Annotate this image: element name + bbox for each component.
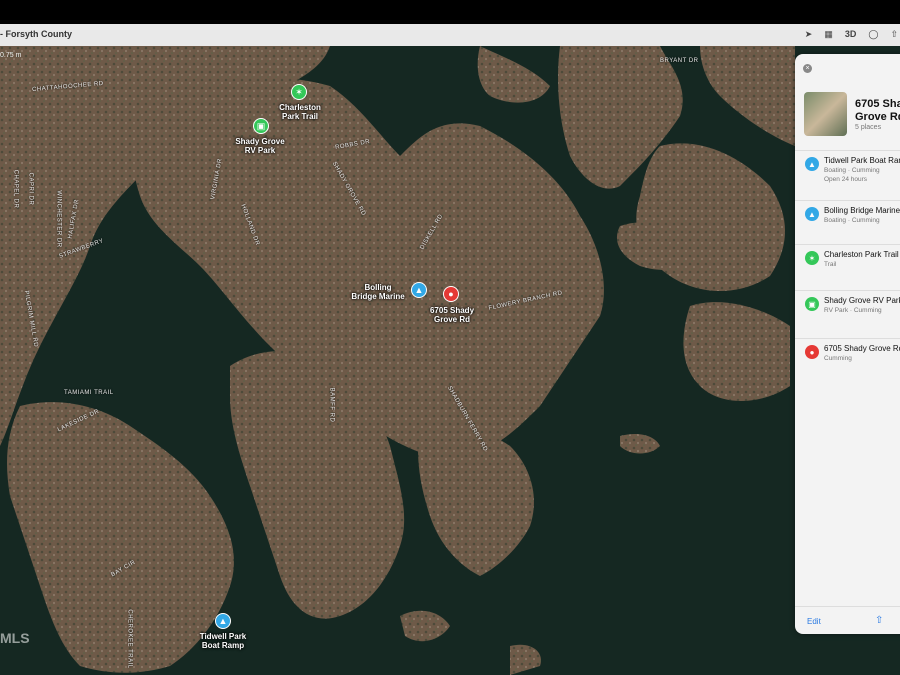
place-name: Bolling Bridge Marine (824, 206, 900, 215)
mls-watermark: MLS (0, 630, 30, 646)
road-label: BAMFF RD (328, 387, 335, 423)
boating-pin[interactable]: ▲ (215, 613, 231, 629)
map-terrain (0, 46, 900, 675)
pin-label-shady-grove-rv-park[interactable]: Shady Grove RV Park (228, 137, 292, 155)
binoculars-icon[interactable]: ◯ (868, 28, 878, 40)
map-scale-label: 0.75 m (0, 52, 22, 59)
screen-top-bezel (0, 0, 900, 24)
pin-label-bolling-bridge-marine[interactable]: Bolling Bridge Marine (346, 283, 410, 301)
place-hours: Open 24 hours (824, 176, 868, 183)
road-label: WINCHESTER DR (55, 190, 62, 248)
toggle-3d-button[interactable]: 3D (845, 28, 857, 40)
list-item[interactable]: ▣ Shady Grove RV Park RV Park · Cumming (795, 290, 900, 331)
close-icon[interactable]: × (803, 64, 812, 73)
pin-label-6705-shady-grove-rd[interactable]: 6705 Shady Grove Rd (420, 306, 484, 324)
guide-place-count: 5 places (855, 124, 882, 131)
list-item[interactable]: ● 6705 Shady Grove Rd Cumming (795, 338, 900, 379)
pin-label-charleston-park-trail[interactable]: Charleston Park Trail (268, 103, 332, 121)
map-icon[interactable]: ▦ (824, 28, 833, 40)
road-label: CHAPEL DR (12, 169, 19, 209)
road-label: BRYANT DR (660, 58, 699, 64)
place-category: RV Park · Cumming (824, 307, 882, 314)
list-item[interactable]: ✶ Charleston Park Trail Trail (795, 244, 900, 285)
toolbar: ➤ ▦ 3D ◯ ⇧ (805, 28, 898, 40)
list-item[interactable]: ▲ Tidwell Park Boat Ramp Boating · Cummi… (795, 150, 900, 191)
boat-icon: ▲ (805, 207, 819, 221)
place-name: Shady Grove RV Park (824, 296, 900, 305)
window-title: - Forsyth County (0, 29, 72, 39)
rv-park-pin[interactable]: ▣ (253, 118, 269, 134)
pin-label-tidwell-park-boat-ramp[interactable]: Tidwell Park Boat Ramp (190, 632, 256, 650)
place-category: Boating · Cumming (824, 167, 880, 174)
hiker-icon: ✶ (805, 251, 819, 265)
guide-thumbnail (804, 92, 847, 136)
guide-title-line1: 6705 Shady (855, 98, 900, 110)
place-name: Charleston Park Trail (824, 250, 899, 259)
address-pin[interactable]: ● (443, 286, 459, 302)
share-icon[interactable]: ⇧ (875, 615, 883, 626)
window-titlebar: - Forsyth County ➤ ▦ 3D ◯ ⇧ (0, 24, 900, 47)
satellite-map[interactable]: 0.75 m CHATTAHOOCHEE RD BRYANT DR ROBBS … (0, 46, 900, 675)
boating-pin[interactable]: ▲ (411, 282, 427, 298)
boat-icon: ▲ (805, 157, 819, 171)
road-label: TAMIAMI TRAIL (64, 390, 114, 396)
guide-title: 6705 Shady Grove Rd (855, 98, 900, 124)
list-item[interactable]: ▲ Bolling Bridge Marine Boating · Cummin… (795, 200, 900, 241)
sidebar-footer: Edit ⇧ (795, 606, 900, 634)
place-name: 6705 Shady Grove Rd (824, 344, 900, 353)
place-name: Tidwell Park Boat Ramp (824, 156, 900, 165)
road-label: CAPRI DR (27, 172, 34, 206)
road-label: CHEROKEE TRAIL (126, 609, 133, 669)
guide-sidebar: × 6705 Shady Grove Rd 5 places ▲ Tidwell… (795, 54, 900, 634)
location-arrow-icon[interactable]: ➤ (805, 28, 813, 40)
share-icon[interactable]: ⇧ (890, 28, 898, 40)
guide-title-line2: Grove Rd (855, 111, 900, 123)
place-category: Boating · Cumming (824, 217, 880, 224)
rv-icon: ▣ (805, 297, 819, 311)
edit-button[interactable]: Edit (807, 617, 821, 626)
pin-icon: ● (805, 345, 819, 359)
trail-pin[interactable]: ✶ (291, 84, 307, 100)
place-category: Trail (824, 261, 837, 268)
place-category: Cumming (824, 355, 852, 362)
